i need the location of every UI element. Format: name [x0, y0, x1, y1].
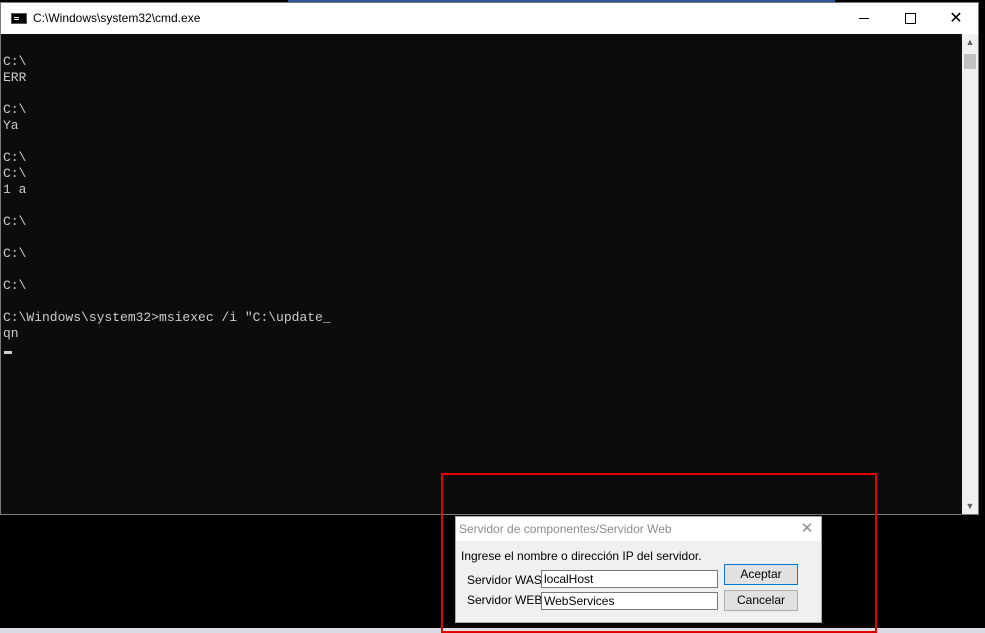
cmd-window: C:\Windows\system32\cmd.exe ✕ C:\ ERR C:\ Y… [0, 2, 979, 515]
console-app-icon [11, 13, 27, 24]
console-cursor [4, 351, 12, 354]
window-title: C:\Windows\system32\cmd.exe [33, 11, 201, 25]
window-titlebar[interactable]: C:\Windows\system32\cmd.exe ✕ [1, 3, 978, 34]
was-server-input[interactable]: localHost [541, 570, 718, 588]
scrollbar-thumb[interactable] [964, 54, 976, 69]
console-output[interactable]: C:\ ERR C:\ Ya C:\ C:\ 1 a C:\ C:\ C:\ C:\Windows\… [1, 34, 962, 514]
dialog-title: Servidor de componentes/Servidor Web [459, 522, 672, 536]
maximize-button[interactable] [887, 3, 933, 34]
console-line: C:\ [3, 246, 27, 261]
close-icon: ✕ [949, 9, 963, 27]
console-line: C:\ [3, 214, 27, 229]
cancel-button[interactable]: Cancelar [724, 590, 798, 611]
dialog-prompt: Ingrese el nombre o dirección IP del ser… [461, 549, 702, 563]
minimize-icon [859, 18, 869, 19]
console-line: ERR [3, 70, 27, 85]
console-line: qn [3, 326, 19, 341]
console-line: 1 a [3, 182, 27, 197]
minimize-button[interactable] [841, 3, 887, 34]
dialog-titlebar[interactable]: Servidor de componentes/Servidor Web ✕ [456, 517, 821, 541]
console-line: C:\ [3, 150, 27, 165]
taskbar-edge [0, 628, 985, 633]
dialog-close-icon[interactable]: ✕ [793, 517, 821, 541]
console-line: Ya [3, 118, 19, 133]
close-button[interactable]: ✕ [933, 3, 979, 34]
was-server-label: Servidor WAS [467, 573, 542, 587]
scroll-up-arrow-icon[interactable]: ▲ [962, 34, 978, 50]
console-line: C:\ [3, 54, 27, 69]
web-server-input[interactable]: WebServices [541, 592, 718, 610]
server-dialog: Servidor de componentes/Servidor Web ✕ I… [455, 516, 822, 623]
console-line: C:\Windows\system32>msiexec /i "C:\updat… [3, 310, 331, 325]
web-server-label: Servidor WEB [467, 593, 543, 607]
console-line: C:\ [3, 166, 27, 181]
console-line: C:\ [3, 278, 27, 293]
maximize-icon [904, 13, 916, 24]
vertical-scrollbar[interactable]: ▲ ▼ [962, 34, 978, 514]
console-line: C:\ [3, 102, 27, 117]
scroll-down-arrow-icon[interactable]: ▼ [962, 498, 978, 514]
accept-button[interactable]: Aceptar [724, 564, 798, 585]
